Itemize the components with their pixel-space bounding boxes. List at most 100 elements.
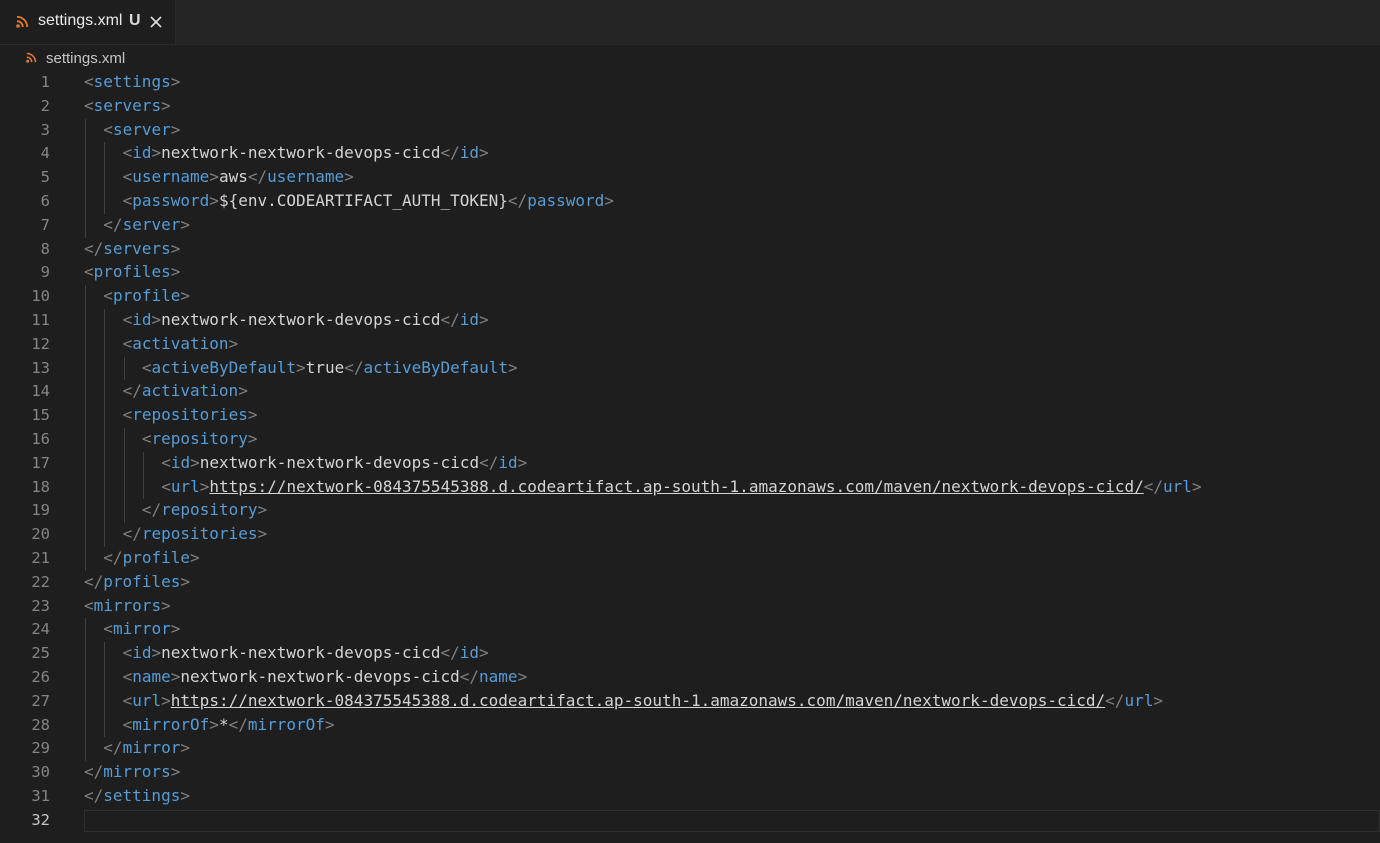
code-content[interactable]: <activation> — [123, 334, 239, 353]
indent-guide — [85, 190, 86, 214]
line-number: 7 — [40, 215, 50, 234]
code-line[interactable]: 19 </repository> — [0, 499, 1380, 524]
bracket: </ — [84, 786, 104, 805]
code-content[interactable]: <repository> — [142, 429, 258, 448]
code-content[interactable]: </activation> — [123, 381, 248, 400]
code-content[interactable]: <url>https://nextwork-084375545388.d.cod… — [123, 691, 1163, 710]
code-line[interactable]: 3 <server> — [0, 118, 1380, 143]
bracket: </ — [507, 191, 528, 210]
close-icon[interactable] — [149, 15, 163, 29]
code-content[interactable]: </mirror> — [103, 738, 190, 757]
code-line[interactable]: 28 <mirrorOf>*</mirrorOf> — [0, 713, 1380, 738]
code-content[interactable]: <server> — [103, 120, 180, 139]
indent-guide — [85, 142, 86, 167]
code-line[interactable]: 8 </servers> — [0, 238, 1380, 262]
line-number: 5 — [40, 168, 50, 187]
breadcrumb-file-label: settings.xml — [46, 50, 126, 67]
line-number: 18 — [31, 477, 50, 496]
code-content[interactable]: </mirrors> — [84, 762, 180, 781]
indent-guide — [85, 356, 86, 381]
code-content[interactable]: <password>${env.CODEARTIFACT_AUTH_TOKEN}… — [123, 191, 614, 210]
code-line[interactable]: 12 <activation> — [0, 332, 1380, 357]
bracket: > — [161, 690, 171, 710]
code-line[interactable]: 17 <id>nextwork-nextwork-devops-cicd</id> — [0, 451, 1380, 476]
code-content[interactable]: </server> — [103, 215, 190, 234]
url-link[interactable]: https://nextwork-084375545388.d.codearti… — [171, 691, 1105, 710]
code-content[interactable]: </settings> — [84, 786, 190, 805]
code-line[interactable]: 26 <name>nextwork-nextwork-devops-cicd</n… — [0, 666, 1380, 690]
code-line[interactable]: 15 <repositories> — [0, 404, 1380, 428]
code-line[interactable]: 23 <mirrors> — [0, 595, 1380, 619]
code-line[interactable]: 1 <settings> — [0, 71, 1380, 95]
tag-name: id — [132, 310, 152, 329]
code-line[interactable]: 5 <username>aws</username> — [0, 166, 1380, 190]
tag-name: password — [527, 191, 605, 210]
code-editor[interactable]: 1 <settings> 2 <servers> 3 <server> 4 <id>nextw… — [0, 71, 1380, 843]
code-line[interactable]: 4 <id>nextwork-nextwork-devops-cicd</id> — [0, 142, 1380, 167]
code-line[interactable]: 16 <repository> — [0, 428, 1380, 452]
code-line[interactable]: 18 <url>https://nextwork-084375545388.d.c… — [0, 475, 1380, 500]
code-content[interactable]: </profiles> — [84, 572, 190, 591]
url-link[interactable]: https://nextwork-084375545388.d.codearti… — [209, 477, 1143, 496]
code-line[interactable]: 14 </activation> — [0, 380, 1380, 405]
code-content[interactable]: <profile> — [103, 286, 190, 305]
code-content[interactable]: <settings> — [84, 72, 180, 91]
code-line[interactable]: 9 <profiles> — [0, 261, 1380, 285]
code-content[interactable]: <id>nextwork-nextwork-devops-cicd</id> — [123, 143, 489, 162]
code-line[interactable]: 7 </server> — [0, 213, 1380, 238]
line-number: 10 — [31, 287, 50, 306]
code-content[interactable]: <id>nextwork-nextwork-devops-cicd</id> — [123, 643, 489, 662]
code-line[interactable]: 24 <mirror> — [0, 618, 1380, 643]
code-line[interactable]: 29 </mirror> — [0, 737, 1380, 762]
code-content[interactable]: <mirror> — [103, 619, 180, 638]
line-number: 1 — [40, 73, 50, 91]
indent-guide — [104, 142, 106, 167]
code-content[interactable]: <activeByDefault>true</activeByDefault> — [142, 358, 518, 377]
line-number: 15 — [31, 406, 50, 425]
code-line[interactable]: 11 <id>nextwork-nextwork-devops-cicd</id> — [0, 309, 1380, 333]
indent-guide — [104, 523, 106, 547]
code-content[interactable]: <mirrorOf>*</mirrorOf> — [123, 715, 335, 734]
code-line[interactable]: 27 <url>https://nextwork-084375545388.d.c… — [0, 689, 1380, 714]
text-value: true — [305, 357, 345, 377]
code-line[interactable]: 10 <profile> — [0, 285, 1380, 309]
code-line[interactable]: 20 </repositories> — [0, 523, 1380, 547]
code-content[interactable]: <id>nextwork-nextwork-devops-cicd</id> — [123, 310, 489, 329]
code-content[interactable]: </repository> — [142, 500, 267, 519]
code-content[interactable]: </profile> — [103, 548, 199, 567]
code-content[interactable]: <name>nextwork-nextwork-devops-cicd</nam… — [123, 667, 528, 686]
tag-name: activation — [132, 333, 229, 353]
code-line[interactable]: 13 <activeByDefault>true</activeByDefault… — [0, 356, 1380, 381]
tag-name: repositories — [132, 405, 248, 425]
indent-guide — [85, 166, 86, 190]
code-line[interactable]: 31 </settings> — [0, 785, 1380, 809]
code-line[interactable]: 2 <servers> — [0, 95, 1380, 119]
bracket: > — [324, 714, 335, 734]
bracket: </ — [440, 643, 460, 663]
code-content[interactable]: <repositories> — [123, 405, 258, 424]
code-content[interactable]: </repositories> — [123, 524, 268, 543]
code-line[interactable]: 6 <password>${env.CODEARTIFACT_AUTH_TOKEN… — [0, 190, 1380, 214]
code-content[interactable]: <username>aws</username> — [123, 167, 354, 186]
bracket: > — [161, 595, 171, 615]
line-number: 22 — [31, 572, 50, 591]
indent-guide — [123, 356, 125, 381]
indent-guide — [123, 451, 125, 476]
code-line[interactable]: 22 </profiles> — [0, 571, 1380, 595]
code-line[interactable]: 30 </mirrors> — [0, 761, 1380, 785]
code-content[interactable]: <servers> — [84, 96, 171, 115]
code-content[interactable]: <url>https://nextwork-084375545388.d.cod… — [161, 477, 1201, 496]
code-content[interactable]: </servers> — [84, 239, 180, 258]
line-number: 14 — [31, 382, 50, 401]
bracket: < — [84, 72, 94, 91]
code-line[interactable]: 32 — [0, 809, 1380, 833]
code-line[interactable]: 21 </profile> — [0, 547, 1380, 571]
indent-guide — [85, 404, 86, 428]
code-content[interactable]: <profiles> — [84, 262, 180, 281]
code-content[interactable]: <id>nextwork-nextwork-devops-cicd</id> — [161, 453, 527, 472]
tab-settings-xml[interactable]: settings.xml U — [0, 0, 176, 44]
bracket: > — [247, 429, 258, 448]
code-line[interactable]: 25 <id>nextwork-nextwork-devops-cicd</id> — [0, 642, 1380, 666]
code-content[interactable]: <mirrors> — [84, 596, 171, 615]
tag-name: mirrors — [93, 595, 162, 615]
